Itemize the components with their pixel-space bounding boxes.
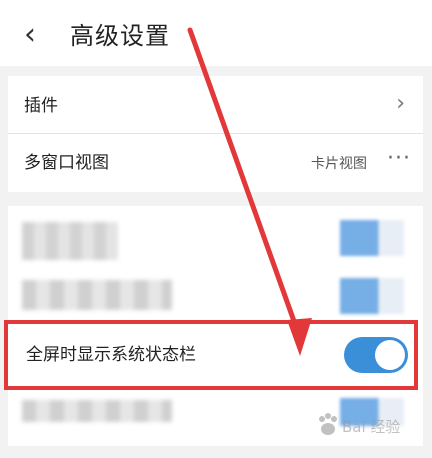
settings-card: 插件 › 多窗口视图 卡片视图 ···	[8, 76, 423, 192]
paw-icon	[319, 413, 337, 435]
blurred-label	[22, 222, 118, 260]
app-header: ‹ 高级设置	[0, 0, 432, 66]
statusbar-toggle[interactable]	[344, 337, 408, 373]
blurred-toggle[interactable]	[340, 278, 404, 314]
setting-label: 插件	[24, 96, 58, 116]
watermark-text: Bai 经验	[342, 418, 401, 436]
chevron-right-icon: ›	[396, 91, 405, 116]
chevron-left-icon[interactable]: ‹	[24, 20, 50, 50]
toggle-knob	[375, 340, 405, 370]
more-icon[interactable]: ···	[387, 147, 411, 171]
blurred-label	[22, 400, 172, 422]
setting-label: 多窗口视图	[24, 153, 109, 173]
setting-value: 卡片视图	[311, 156, 367, 172]
page-title: 高级设置	[70, 22, 170, 50]
settings-row-plugins[interactable]: 插件 ›	[8, 78, 423, 134]
blurred-label	[22, 280, 172, 310]
watermark: Bai 经验	[316, 412, 426, 446]
section-gap	[0, 66, 432, 76]
blurred-toggle[interactable]	[340, 220, 404, 256]
setting-label: 全屏时显示系统状态栏	[26, 345, 196, 365]
settings-row-multiwindow[interactable]: 多窗口视图 卡片视图 ···	[8, 135, 423, 191]
highlighted-setting-row[interactable]: 全屏时显示系统状态栏	[4, 320, 418, 390]
